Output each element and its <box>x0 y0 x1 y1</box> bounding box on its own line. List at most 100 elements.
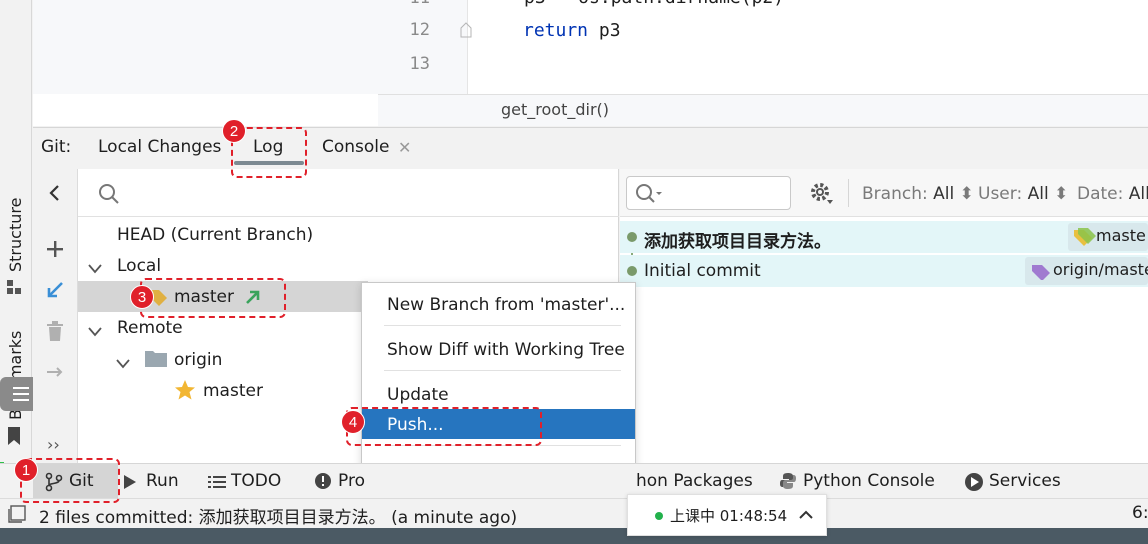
fold-icon[interactable] <box>460 22 472 38</box>
star-icon <box>174 379 196 401</box>
breadcrumb: get_root_dir() <box>378 94 1148 126</box>
caret-position[interactable]: 6: <box>1132 503 1148 523</box>
user-filter[interactable]: User: All ⬍ <box>978 184 1068 204</box>
branch-search-field[interactable] <box>78 169 619 217</box>
branch-filter-value: All <box>933 184 955 204</box>
branches-toolbar: ›› <box>33 169 78 463</box>
menu-separator <box>384 325 621 326</box>
line-number: 12 <box>409 20 430 40</box>
chevron-down-icon[interactable] <box>116 354 130 369</box>
status-bar: 2 files committed: 添加获取项目目录方法。 (a minute… <box>0 498 1148 528</box>
breadcrumb-item[interactable]: get_root_dir() <box>501 100 609 119</box>
timer-text: 上课中 01:48:54 <box>670 507 788 525</box>
date-filter[interactable]: Date: All <box>1077 184 1148 204</box>
keyword: return <box>523 20 589 41</box>
line-number: 11 <box>388 0 430 8</box>
bottom-toolwindow-bar: Git Run TODO Pro hon Packages Python Con… <box>0 463 1148 499</box>
branch-filter[interactable]: Branch: All ⬍ <box>862 184 974 204</box>
annotation-badge: 4 <box>341 410 365 434</box>
search-icon <box>98 183 120 205</box>
tree-item-remote[interactable]: Remote <box>117 318 183 338</box>
log-panel: Branch: All ⬍ User: All ⬍ Date: All 添加获取… <box>620 169 1148 463</box>
code-line[interactable]: p3 = os.path.dirname(p2) <box>524 0 784 8</box>
commit-ref-text: origin/maste <box>1053 260 1148 279</box>
annotation-box <box>346 407 542 446</box>
problems-icon <box>314 472 332 490</box>
git-prefix-label: Git: <box>41 137 72 157</box>
list-icon <box>208 474 226 490</box>
date-filter-label: Date: <box>1077 184 1124 204</box>
tab-console[interactable]: Console <box>322 137 390 157</box>
tree-item-local[interactable]: Local <box>117 256 161 276</box>
bottom-tab-todo[interactable]: TODO <box>231 471 281 491</box>
structure-tab[interactable]: Structure <box>6 198 25 272</box>
gear-icon[interactable] <box>809 181 833 205</box>
delete-icon[interactable] <box>46 321 64 341</box>
close-icon[interactable]: ✕ <box>398 138 411 157</box>
annotation-badge: 2 <box>222 119 246 143</box>
editor-left-area <box>33 0 378 94</box>
live-dot-icon <box>655 512 663 520</box>
line-number: 13 <box>409 54 430 74</box>
tree-item-remote-master[interactable]: master <box>203 381 263 401</box>
tag-icon <box>1032 265 1050 280</box>
status-message[interactable]: 2 files committed: 添加获取项目目录方法。 (a minute… <box>39 503 517 528</box>
user-filter-label: User: <box>978 184 1023 204</box>
bottom-tab-problems[interactable]: Pro <box>338 471 365 491</box>
services-icon <box>964 472 984 492</box>
timer-popup: 上课中 01:48:54 <box>627 494 827 536</box>
commit-row[interactable]: 添加获取项目目录方法。 maste <box>620 221 1148 253</box>
commit-ref-label: maste <box>1068 223 1148 251</box>
commit-node <box>627 232 637 242</box>
chevron-down-icon[interactable] <box>88 322 102 337</box>
python-icon <box>779 472 797 490</box>
tree-item-origin[interactable]: origin <box>174 350 222 370</box>
chevron-down-icon[interactable] <box>88 259 102 274</box>
toolbar-divider <box>848 179 849 207</box>
run-icon <box>123 474 137 490</box>
code-text: p3 <box>588 20 621 41</box>
log-search-input[interactable] <box>626 176 791 210</box>
commit-ref-label: origin/maste <box>1025 257 1148 285</box>
annotation-box <box>140 278 286 318</box>
commit-node <box>627 266 637 276</box>
bottom-tab-python-packages[interactable]: hon Packages <box>636 471 753 491</box>
code-editor[interactable]: 11 p3 = os.path.dirname(p2) 12 return p3… <box>33 0 1148 126</box>
menu-item-update[interactable]: Update <box>362 379 635 409</box>
left-tool-strip: Structure Bookmarks <box>0 0 42 498</box>
commit-message: Initial commit <box>644 261 761 281</box>
taskbar-edge <box>0 528 1148 544</box>
more-icon[interactable]: ›› <box>47 435 60 454</box>
git-tabs-bar: Git: Local Changes Log Console ✕ <box>33 127 1148 169</box>
commit-message: 添加获取项目目录方法。 <box>644 232 831 252</box>
search-icon <box>635 183 663 205</box>
structure-icon <box>7 279 21 294</box>
collapse-panel-icon[interactable] <box>45 183 65 203</box>
bookmark-icon <box>7 427 21 445</box>
menu-item-new-branch[interactable]: New Branch from 'master'... <box>362 289 635 319</box>
tab-local-changes[interactable]: Local Changes <box>98 137 221 157</box>
folder-icon <box>145 349 167 367</box>
branch-filter-label: Branch: <box>862 184 928 204</box>
commit-row[interactable]: Initial commit origin/maste <box>620 255 1148 287</box>
annotation-badge: 1 <box>14 458 38 482</box>
menu-item-show-diff[interactable]: Show Diff with Working Tree <box>362 334 635 364</box>
tag-icon <box>1074 228 1096 246</box>
code-line[interactable]: return p3 <box>523 20 621 41</box>
user-filter-value: All <box>1027 184 1049 204</box>
update-arrow-icon[interactable] <box>45 280 65 300</box>
date-filter-value: All <box>1128 184 1148 204</box>
log-toolbar: Branch: All ⬍ User: All ⬍ Date: All <box>620 169 1148 217</box>
tree-item-head[interactable]: HEAD (Current Branch) <box>117 225 313 245</box>
compare-icon[interactable] <box>45 364 67 384</box>
add-icon[interactable] <box>45 239 65 259</box>
commit-ref-text: maste <box>1096 226 1146 245</box>
layout-icon[interactable] <box>8 505 26 523</box>
bottom-tab-python-console[interactable]: Python Console <box>803 471 935 491</box>
annotation-badge: 3 <box>130 285 154 309</box>
line-gutter <box>378 0 468 94</box>
bottom-tab-services[interactable]: Services <box>989 471 1061 491</box>
bottom-tab-run[interactable]: Run <box>146 471 179 491</box>
menu-separator <box>384 370 621 371</box>
chevron-up-icon[interactable] <box>798 507 814 523</box>
